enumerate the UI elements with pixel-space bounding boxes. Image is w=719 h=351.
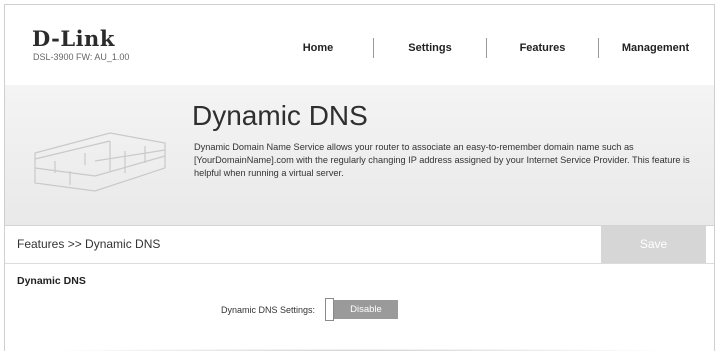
nav-home[interactable]: Home — [263, 38, 373, 58]
breadcrumb-bar: Features >> Dynamic DNS Save — [5, 226, 714, 264]
nav-features[interactable]: Features — [486, 38, 598, 58]
section-title: Dynamic DNS — [17, 275, 86, 287]
model-firmware-label: DSL-3900 FW: AU_1.00 — [33, 52, 130, 62]
save-button[interactable]: Save — [601, 226, 706, 263]
page-banner: Dynamic DNS Dynamic Domain Name Service … — [5, 85, 714, 226]
router-admin-page: D-Link DSL-3900 FW: AU_1.00 Home Setting… — [4, 4, 715, 351]
page-description: Dynamic Domain Name Service allows your … — [194, 142, 690, 178]
page-title: Dynamic DNS — [192, 100, 368, 131]
toggle-state-label[interactable]: Disable — [334, 300, 398, 319]
dynamic-dns-settings-label: Dynamic DNS Settings: — [221, 305, 316, 315]
brick-wall-icon — [34, 132, 166, 192]
breadcrumb: Features >> Dynamic DNS — [17, 237, 161, 251]
main-nav: Home Settings Features Management — [263, 38, 712, 58]
nav-settings[interactable]: Settings — [373, 38, 486, 58]
dlink-logo: D-Link — [32, 26, 115, 51]
dynamic-dns-toggle[interactable]: Disable — [325, 298, 398, 321]
header: D-Link DSL-3900 FW: AU_1.00 Home Setting… — [5, 5, 714, 86]
toggle-knob[interactable] — [325, 298, 334, 321]
nav-management[interactable]: Management — [598, 38, 712, 58]
